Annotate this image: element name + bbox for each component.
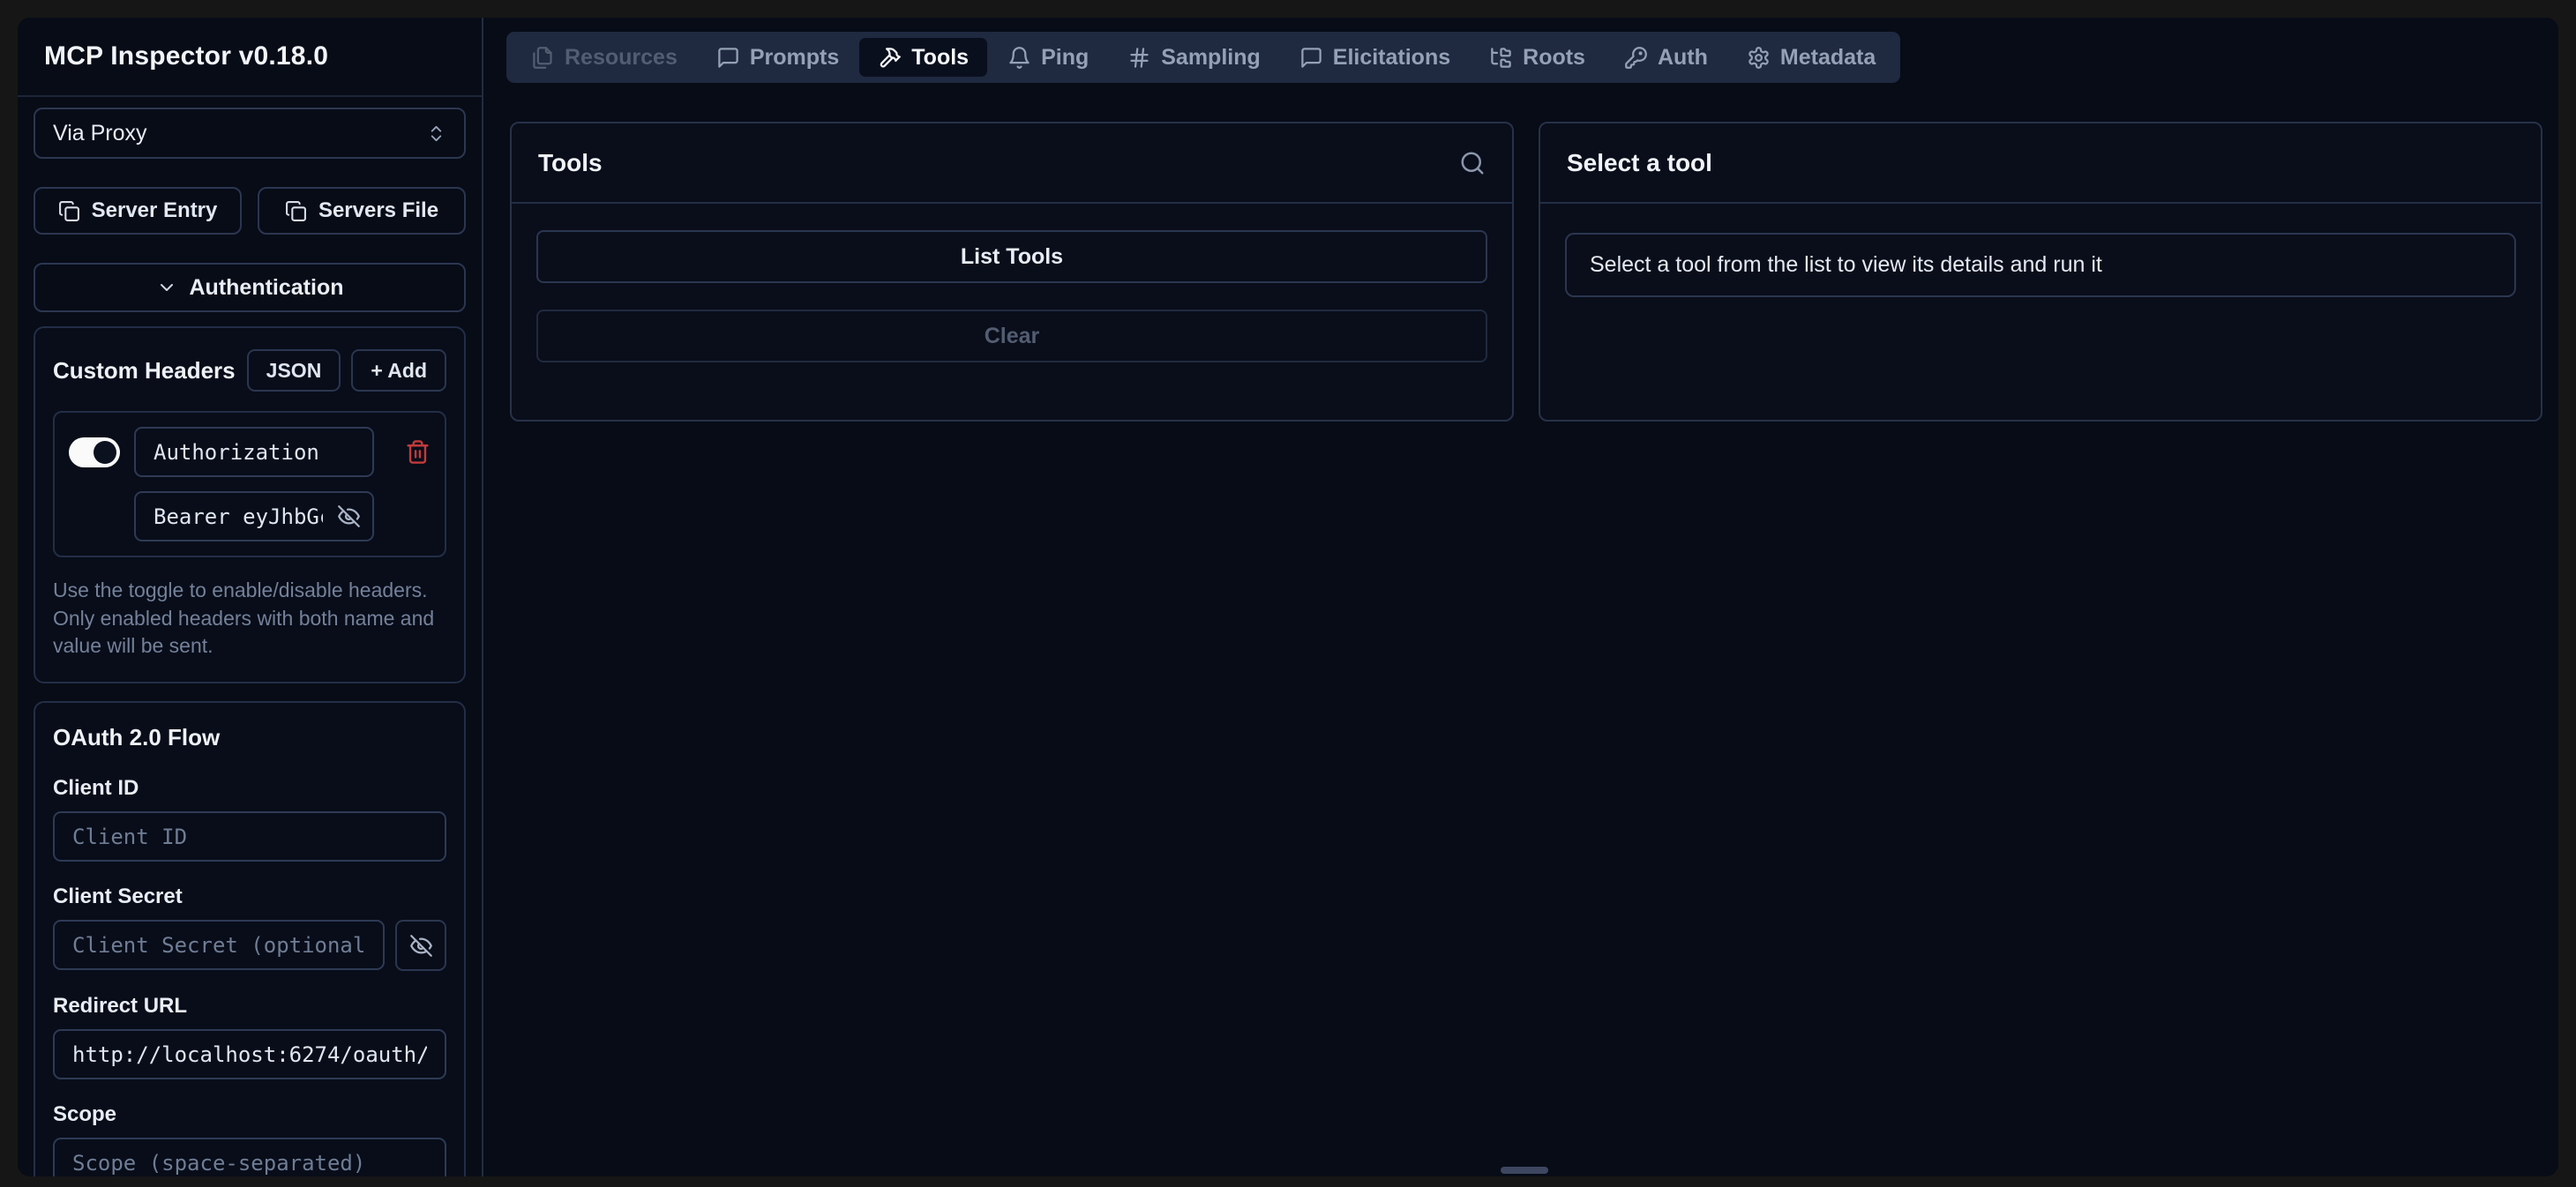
tools-panel-body: List Tools Clear [512, 204, 1512, 415]
header-name-row [69, 427, 431, 477]
chevron-down-icon [156, 277, 177, 298]
oauth-flow-card: OAuth 2.0 Flow Client ID Client Secret R… [34, 701, 466, 1176]
redirect-url-label: Redirect URL [53, 994, 446, 1019]
eye-off-icon[interactable] [337, 504, 361, 528]
list-tools-button[interactable]: List Tools [536, 230, 1487, 283]
chevrons-up-down-icon [426, 123, 446, 144]
client-id-label: Client ID [53, 776, 446, 801]
tab-label: Resources [565, 45, 678, 71]
tab-label: Tools [911, 45, 969, 71]
authentication-collapse-button[interactable]: Authentication [34, 263, 466, 312]
server-entry-label: Server Entry [92, 198, 218, 223]
tools-panel-title: Tools [538, 149, 603, 177]
header-value-wrap [134, 491, 374, 541]
custom-headers-title: Custom Headers [53, 357, 236, 384]
sidebar-header: MCP Inspector v0.18.0 [18, 18, 482, 97]
tab-sampling[interactable]: Sampling [1109, 38, 1279, 77]
key-icon [1624, 46, 1648, 70]
tab-label: Elicitations [1333, 45, 1450, 71]
oauth-title: OAuth 2.0 Flow [53, 724, 446, 751]
tab-resources[interactable]: Resources [513, 38, 696, 77]
horizontal-scrollbar-thumb[interactable] [1501, 1167, 1548, 1174]
empty-state-message: Select a tool from the list to view its … [1590, 252, 2102, 278]
tab-label: Sampling [1161, 45, 1261, 71]
bell-icon [1007, 46, 1031, 70]
servers-file-label: Servers File [318, 198, 438, 223]
desktop-background: MCP Inspector v0.18.0 Via Proxy Server E… [0, 0, 2576, 1187]
tab-label: Metadata [1780, 45, 1876, 71]
tools-panel: Tools List Tools Clear [510, 122, 1514, 422]
header-value-row [69, 491, 431, 541]
app-title: MCP Inspector v0.18.0 [44, 41, 328, 71]
toggle-knob [94, 441, 116, 464]
transport-select-value: Via Proxy [53, 121, 147, 146]
add-header-button[interactable]: + Add [351, 349, 446, 392]
tab-prompts[interactable]: Prompts [698, 38, 857, 77]
tab-roots[interactable]: Roots [1471, 38, 1604, 77]
copy-icon [285, 200, 307, 222]
header-entry-group [53, 411, 446, 557]
eye-off-icon [409, 934, 433, 958]
folder-tree-icon [1489, 46, 1513, 70]
servers-file-button[interactable]: Servers File [258, 187, 466, 235]
tab-ping[interactable]: Ping [989, 38, 1107, 77]
client-id-input[interactable] [53, 811, 446, 862]
trash-icon [405, 439, 431, 465]
delete-header-button[interactable] [405, 439, 431, 465]
authentication-label: Authentication [190, 275, 344, 301]
mcp-inspector-window: MCP Inspector v0.18.0 Via Proxy Server E… [18, 18, 2558, 1176]
json-mode-button[interactable]: JSON [247, 349, 341, 392]
tab-tools[interactable]: Tools [859, 38, 987, 77]
files-icon [531, 46, 555, 70]
tab-auth[interactable]: Auth [1606, 38, 1726, 77]
tab-bar: Resources Prompts Tools Ping Sampling [506, 32, 1900, 83]
tool-detail-body: Select a tool from the list to view its … [1540, 204, 2541, 324]
copy-icon [58, 200, 80, 222]
message-square-icon [716, 46, 740, 70]
tab-label: Auth [1658, 45, 1708, 71]
tab-label: Roots [1523, 45, 1585, 71]
tool-detail-panel: Select a tool Select a tool from the lis… [1539, 122, 2542, 422]
gear-icon [1747, 46, 1771, 70]
hash-icon [1127, 46, 1151, 70]
headers-help-text: Use the toggle to enable/disable headers… [53, 577, 443, 661]
sidebar: MCP Inspector v0.18.0 Via Proxy Server E… [18, 18, 483, 1176]
client-secret-label: Client Secret [53, 885, 446, 909]
header-enabled-toggle[interactable] [69, 437, 120, 467]
tool-detail-title: Select a tool [1567, 149, 1712, 177]
panels-row: Tools List Tools Clear Select a tool Se [510, 122, 2542, 422]
search-icon[interactable] [1459, 150, 1486, 176]
client-secret-row [53, 920, 446, 971]
transport-select[interactable]: Via Proxy [34, 108, 466, 159]
client-secret-input[interactable] [53, 920, 385, 970]
custom-headers-card: Custom Headers JSON + Add [34, 326, 466, 683]
clear-tools-button[interactable]: Clear [536, 310, 1487, 362]
scope-input[interactable] [53, 1138, 446, 1176]
tab-label: Prompts [750, 45, 839, 71]
tab-metadata[interactable]: Metadata [1728, 38, 1894, 77]
sidebar-content: Via Proxy Server Entry Servers File [18, 97, 482, 1176]
scope-label: Scope [53, 1102, 446, 1127]
message-square-icon [1299, 46, 1323, 70]
tool-detail-header: Select a tool [1540, 123, 2541, 204]
custom-headers-head: Custom Headers JSON + Add [53, 349, 446, 392]
import-buttons-row: Server Entry Servers File [34, 187, 466, 235]
main-area: Resources Prompts Tools Ping Sampling [483, 18, 2558, 1176]
tab-elicitations[interactable]: Elicitations [1281, 38, 1469, 77]
server-entry-button[interactable]: Server Entry [34, 187, 242, 235]
hammer-icon [878, 46, 902, 70]
toggle-secret-visibility-button[interactable] [395, 920, 446, 971]
tools-panel-header: Tools [512, 123, 1512, 204]
header-name-input[interactable] [134, 427, 374, 477]
redirect-url-input[interactable] [53, 1029, 446, 1079]
tab-label: Ping [1041, 45, 1089, 71]
empty-state-box: Select a tool from the list to view its … [1565, 233, 2516, 297]
